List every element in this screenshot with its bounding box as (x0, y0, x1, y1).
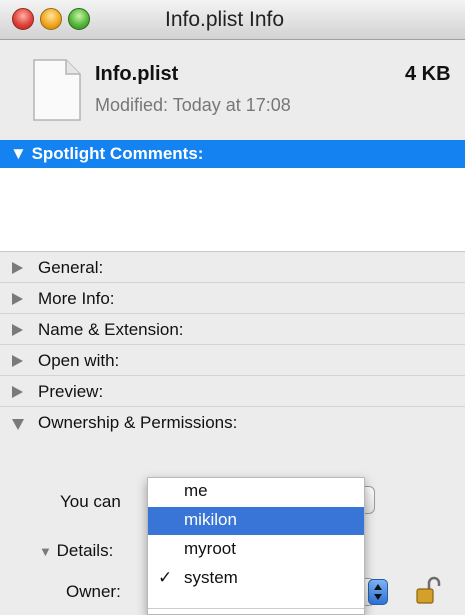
disclosure-triangle-icon (12, 293, 23, 305)
disclosure-triangle-icon (12, 355, 23, 367)
zoom-window-button[interactable] (68, 8, 90, 30)
section-preview[interactable]: Preview: (0, 376, 465, 407)
file-name: Info.plist (95, 63, 179, 85)
section-ownership-label: Ownership & Permissions: (38, 413, 238, 432)
minimize-window-button[interactable] (40, 8, 62, 30)
file-modified-date: Modified: Today at 17:08 (95, 95, 291, 115)
section-more-info-label: More Info: (38, 289, 115, 308)
section-open-with-label: Open with: (38, 351, 120, 370)
owner-option-label: me (184, 481, 208, 500)
triangle-down-icon: ▼ (10, 144, 27, 163)
title-bar: Info.plist Info (0, 0, 465, 40)
section-more-info[interactable]: More Info: (0, 283, 465, 314)
disclosure-triangle-icon (12, 386, 23, 398)
section-general[interactable]: General: (0, 252, 465, 283)
file-header: Info.plist 4 KB Modified: Today at 17:08 (0, 41, 465, 140)
you-can-label: You can (60, 492, 121, 511)
owner-option-label: mikilon (184, 510, 237, 529)
triangle-down-icon: ▼ (39, 544, 52, 559)
owner-option-label: system (184, 568, 238, 587)
owner-dropdown-menu: me mikilon myroot ✓ system (147, 477, 365, 615)
details-label: Details: (56, 541, 114, 560)
section-open-with[interactable]: Open with: (0, 345, 465, 376)
section-general-label: General: (38, 258, 104, 277)
owner-option-system[interactable]: ✓ system (148, 565, 364, 593)
section-name-extension[interactable]: Name & Extension: (0, 314, 465, 345)
section-preview-label: Preview: (38, 382, 104, 401)
owner-option-label: myroot (184, 539, 236, 558)
section-name-extension-label: Name & Extension: (38, 320, 184, 339)
section-ownership-permissions[interactable]: Ownership & Permissions: (0, 407, 465, 438)
spotlight-comments-field[interactable] (0, 168, 465, 252)
disclosure-triangle-expanded-icon (12, 419, 24, 430)
owner-option-mikilon[interactable]: mikilon (148, 507, 364, 535)
spotlight-comments-label: Spotlight Comments: (31, 144, 204, 163)
owner-popup-arrows[interactable] (368, 579, 388, 605)
owner-option-me[interactable]: me (148, 478, 364, 506)
disclosure-triangle-icon (12, 262, 23, 274)
owner-option-myroot[interactable]: myroot (148, 536, 364, 564)
checkmark-icon: ✓ (158, 568, 173, 587)
details-disclosure[interactable]: ▼ Details: (39, 541, 113, 561)
spotlight-comments-header[interactable]: ▼ Spotlight Comments: (0, 140, 465, 168)
unlocked-padlock-icon[interactable] (415, 575, 441, 605)
close-window-button[interactable] (12, 8, 34, 30)
document-icon (33, 59, 81, 121)
owner-label: Owner: (66, 582, 121, 601)
menu-separator (148, 608, 364, 609)
file-size: 4 KB (405, 63, 451, 85)
window-title: Info.plist Info (165, 8, 285, 31)
disclosure-triangle-icon (12, 324, 23, 336)
